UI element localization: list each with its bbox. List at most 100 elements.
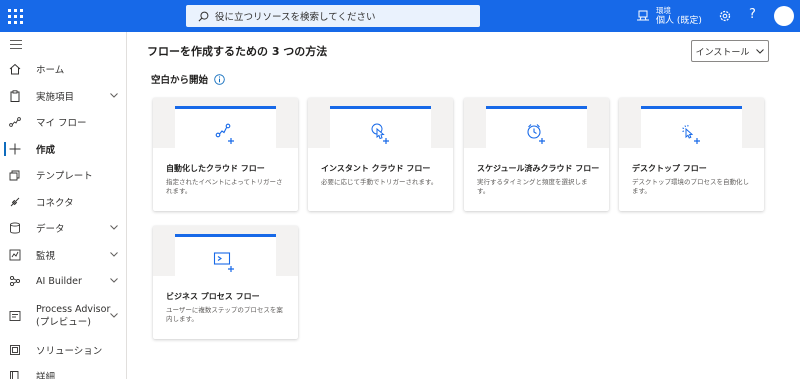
sidebar-item-label: 作成 [36,144,56,156]
sidebar-item-label: Process Advisor (プレビュー) [36,303,110,329]
flow-type-card[interactable]: 自動化したクラウド フロー指定されたイベントによってトリガーされます。 [153,98,298,211]
ai-builder-icon [9,276,21,287]
card-title: デスクトップ フロー [632,164,707,173]
sidebar-item[interactable]: 詳細 [0,363,127,379]
sidebar-item-label: 実施項目 [36,91,75,103]
card-description: 必要に応じて手動でトリガーされます。 [321,178,438,186]
book-icon [10,371,19,379]
chevron-down-icon[interactable] [110,278,118,283]
info-icon[interactable] [214,73,225,85]
sidebar-item-label-line2: (プレビュー) [36,316,91,328]
install-button-label: インストール [695,47,750,58]
nav-list: ホーム実施項目マイ フロー 作成テンプレート コネクタデータ監視 AI Builder… [0,56,127,379]
business-process-flow-icon [213,252,234,272]
page-title: フローを作成するための 3 つの方法 [147,45,328,58]
card-description: デスクトップ環境のプロセスを自動化します。 [632,178,749,195]
chevron-down-icon[interactable] [110,92,118,98]
card-window-bar [486,106,587,109]
monitor-icon [9,249,21,261]
card-window-bar [175,106,276,109]
sidebar-item[interactable]: ホーム [0,56,127,83]
card-illustration [619,98,764,150]
main-content: フローを作成するための 3 つの方法 インストール 空白から開始 自動化したクラ… [128,32,800,379]
hamburger-menu-icon[interactable] [10,40,22,49]
solution-icon [10,344,20,355]
help-icon[interactable]: ? [749,7,756,22]
avatar[interactable] [774,6,794,26]
chevron-down-icon[interactable] [110,251,118,257]
card-window [175,106,276,150]
environment-picker[interactable]: 環境 個人 (既定) [636,5,702,27]
card-title: スケジュール済みクラウド フロー [477,164,600,173]
sidebar-item[interactable]: マイ フロー [0,109,127,136]
sidebar-item-label: データ [36,224,65,236]
card-window-bar [175,234,276,237]
sidebar-item-label: 監視 [36,250,56,262]
sidebar-item[interactable]: コネクタ [0,189,127,216]
plus-icon [9,143,21,155]
database-icon [10,222,20,234]
scheduled-flow-icon [527,124,545,144]
sidebar-item[interactable]: 監視 [0,242,127,269]
card-window [486,106,587,150]
card-title: インスタント クラウド フロー [321,164,431,173]
clipboard-icon [10,90,20,102]
automated-flow-icon [215,123,234,144]
sidebar-item-label: コネクタ [36,197,74,209]
sidebar-item-label: ソリューション [36,345,103,357]
sidebar-item[interactable]: AI Builder [0,268,127,295]
search-box[interactable]: 役に立つリソースを検索してください [186,5,480,27]
environment-icon [637,10,649,21]
sidebar-item-label-line1: Process Advisor [36,303,111,315]
desktop-flow-icon [682,124,700,144]
connector-icon [10,197,20,207]
top-bar: 役に立つリソースを検索してください 環境 個人 (既定) ? [0,0,800,32]
card-window [641,106,742,150]
sidebar-item-label: ホーム [36,65,65,77]
install-button[interactable]: インストール [691,40,769,62]
card-window-bar [641,106,742,109]
flow-icon [9,117,21,128]
sidebar-item[interactable]: ソリューション [0,337,127,364]
flow-type-card[interactable]: スケジュール済みクラウド フロー実行するタイミングと頻度を選択します。 [464,98,609,211]
environment-name: 個人 (既定) [656,16,702,26]
chevron-down-icon[interactable] [110,225,118,230]
sidebar-item[interactable]: テンプレート [0,162,127,189]
flow-type-card[interactable]: ビジネス プロセス フローユーザーに複数ステップのプロセスを案内します。 [153,226,298,339]
environment-label: 環境 [656,6,671,15]
settings-gear-icon[interactable] [718,9,732,23]
search-icon [198,11,209,21]
sidebar-item-label: 詳細 [36,372,56,379]
flow-type-card[interactable]: デスクトップ フローデスクトップ環境のプロセスを自動化します。 [619,98,764,211]
card-description: 実行するタイミングと頻度を選択します。 [477,178,588,195]
card-illustration [308,98,453,150]
sidebar-item[interactable]: データ [0,215,127,242]
sidebar-item[interactable]: 実施項目 [0,83,127,110]
sidebar-item-label: テンプレート [36,171,93,183]
card-description: 指定されたイベントによってトリガーされます。 [166,178,283,195]
card-illustration [464,98,609,150]
section-title: 空白から開始 [151,72,225,86]
instant-flow-icon [371,123,389,144]
sidebar-item-label: マイ フロー [36,118,87,130]
sidebar-item[interactable]: Process Advisor (プレビュー) [0,295,127,337]
card-illustration [153,226,298,278]
card-illustration [153,98,298,150]
app-launcher-icon[interactable] [7,8,23,24]
card-window-bar [330,106,431,109]
section-title-text: 空白から開始 [151,75,209,86]
card-title: ビジネス プロセス フロー [166,292,260,301]
card-title: 自動化したクラウド フロー [166,164,265,173]
template-icon [9,170,20,181]
chevron-down-icon [756,48,765,54]
process-advisor-icon [9,310,21,321]
left-navigation: ホーム実施項目マイ フロー 作成テンプレート コネクタデータ監視 AI Builder… [0,32,127,379]
sidebar-item[interactable]: 作成 [0,136,127,163]
card-window [330,106,431,150]
card-window [175,234,276,278]
card-description: ユーザーに複数ステップのプロセスを案内します。 [166,306,283,323]
flow-type-card[interactable]: インスタント クラウド フロー 必要に応じて手動でトリガーされます。 [308,98,453,211]
search-placeholder: 役に立つリソースを検索してください [215,12,376,23]
chevron-down-icon[interactable] [110,312,118,318]
sidebar-item-label: AI Builder [36,275,82,287]
